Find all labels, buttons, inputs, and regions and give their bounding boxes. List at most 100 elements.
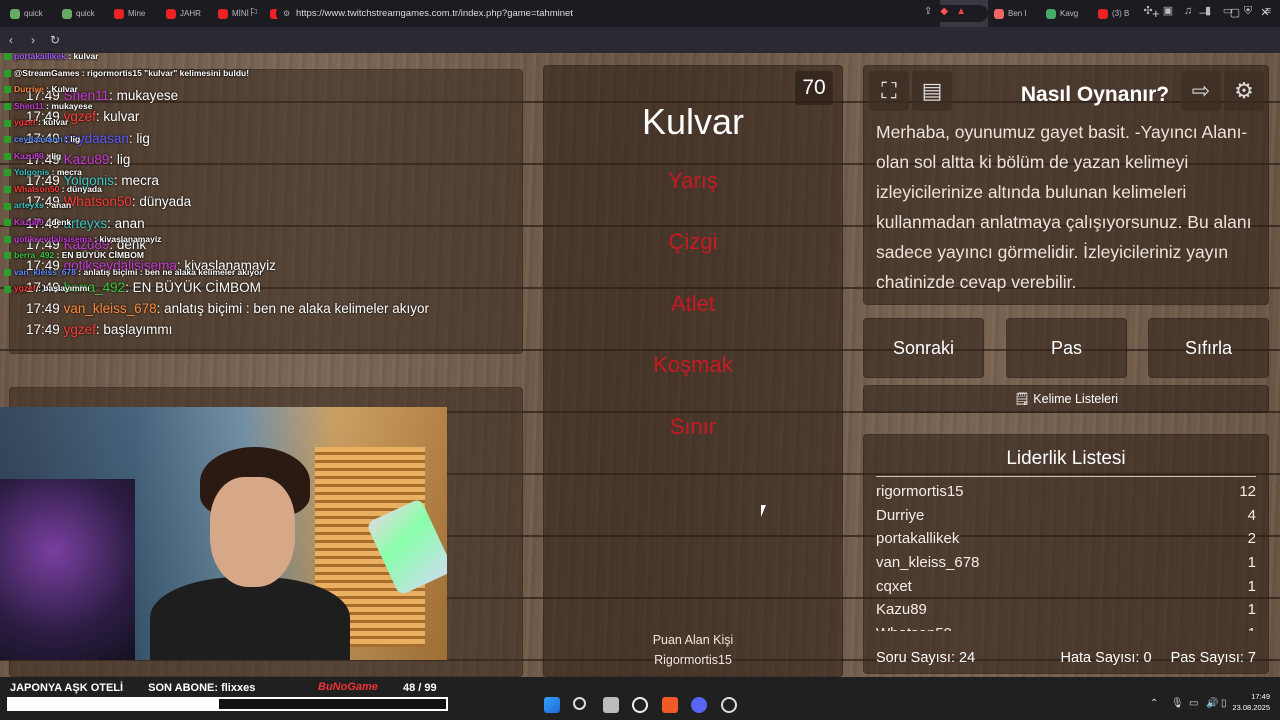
chat-username[interactable]: ygzef <box>64 322 96 337</box>
task-view-icon[interactable] <box>603 697 619 713</box>
exit-button[interactable]: ⇨ <box>1181 71 1221 111</box>
screen: quickquickMineJAHRMİNİI Hat4 ÇOBu hÇinli… <box>0 0 1280 720</box>
overlay-username: Kazu89 <box>14 150 44 161</box>
network-icon[interactable]: ▭ <box>1189 698 1198 709</box>
pass-button[interactable]: Pas <box>1006 318 1127 378</box>
score-counter: 70 <box>795 71 833 105</box>
tab-label: Mine <box>128 9 146 18</box>
browser-tab[interactable]: JAHR <box>160 0 212 27</box>
browser-tab[interactable]: (3) B <box>1092 0 1144 27</box>
overlay-username: Whatson50 <box>14 183 60 194</box>
overlay-username: ygzef <box>14 117 36 128</box>
overlay-username: gotiksevdalisisema <box>14 233 92 244</box>
toolbar-actions: ✣ ▣ ♫ ▮ ▭ ⛨ ≡ <box>1142 5 1274 17</box>
overlay-text: mukayese <box>51 100 93 111</box>
browser-tab[interactable]: quick <box>56 0 108 27</box>
chat-message: 17:49 van_kleiss_678: anlatış biçimi : b… <box>26 300 430 316</box>
media-icon[interactable]: ♫ <box>1182 5 1194 17</box>
goal-progress-fill <box>9 699 219 709</box>
overlay-username: Durriye <box>14 84 44 95</box>
tray-expand-icon[interactable]: ⌃ <box>1150 698 1158 709</box>
browser-tab[interactable]: Ben I <box>988 0 1040 27</box>
tab-favicon-icon <box>218 8 228 19</box>
tab-label: (3) B <box>1112 9 1130 18</box>
overlay-chat-message: @StreamGames : rigormortis15 "kulvar" ke… <box>4 65 263 82</box>
battery-icon[interactable]: ▯ <box>1221 698 1227 709</box>
player-score: 1 <box>1248 622 1256 631</box>
discord-icon[interactable] <box>691 697 707 713</box>
last-subscriber: SON ABONE: flixxes <box>148 682 256 694</box>
back-icon[interactable]: ‹ <box>0 33 22 47</box>
leaderboard-list[interactable]: rigormortis15 12 Durriye 4 portakallikek 2 van… <box>876 480 1256 631</box>
overlay-chat-message: Whatson50 : dünyada <box>4 181 263 198</box>
site-info-icon[interactable]: ⚙ <box>283 5 290 22</box>
bookmark-icon[interactable]: ⚐ <box>249 6 259 19</box>
screenshot-icon[interactable]: ▣ <box>1162 5 1174 17</box>
chat-badge-icon <box>4 103 11 111</box>
browser-tab[interactable]: quick <box>4 0 56 27</box>
clock-time: 17:49 <box>1251 692 1270 701</box>
volume-icon[interactable]: 🔊 <box>1206 698 1218 709</box>
vpn-icon[interactable]: ⛨ <box>1242 5 1254 17</box>
tab-favicon-icon <box>1046 8 1056 19</box>
extensions-icon[interactable]: ✣ <box>1142 5 1154 17</box>
menu-icon[interactable]: ≡ <box>1262 5 1274 17</box>
next-button[interactable]: Sonraki <box>863 318 984 378</box>
chat-badge-icon <box>4 69 11 77</box>
word-lists-button[interactable]: 🗒 Kelime Listeleri <box>863 385 1269 413</box>
tab-label: Ben I <box>1008 9 1027 18</box>
overlay-text: başlayımmı <box>43 283 90 294</box>
brand-logo: BuNoGame <box>318 681 378 693</box>
goal-progress-bar <box>7 697 448 711</box>
player-name: Whatson50 <box>876 622 952 631</box>
webcam-feed <box>0 407 447 660</box>
search-icon[interactable] <box>573 697 586 710</box>
share-icon[interactable]: ⇪ <box>924 5 932 19</box>
brave-shields-icon[interactable]: ◆ <box>940 5 948 19</box>
clock-date: 23.08.2025 <box>1232 703 1270 712</box>
pass-count: Pas Sayısı: 7 <box>1170 650 1256 666</box>
reload-icon[interactable]: ↻ <box>44 33 66 47</box>
list-icon: 🗒 <box>1013 392 1030 406</box>
clock[interactable]: 17:49 23.08.2025 <box>1232 691 1270 713</box>
overlay-text: anlatış biçimi : ben ne alaka kelimeler … <box>83 266 263 277</box>
app-icon[interactable] <box>721 697 737 713</box>
browser-tab[interactable]: Mine <box>108 0 160 27</box>
sidebar-icon[interactable]: ▮ <box>1202 5 1214 17</box>
player-name: cqxet <box>876 577 912 595</box>
overlay-username: ceydaasann <box>14 133 63 144</box>
leaderboard-row: Kazu89 1 <box>876 598 1256 622</box>
fullscreen-button[interactable]: ⛶ <box>869 71 909 111</box>
stream-chat-overlay: portakallikek : kulvar @StreamGames : rig… <box>4 48 263 297</box>
wallet-icon[interactable]: ▭ <box>1222 5 1234 17</box>
overlay-username: van_kleiss_678 <box>14 266 76 277</box>
browser-tab[interactable]: Kavg <box>1040 0 1092 27</box>
mouse-cursor <box>761 505 766 517</box>
windows-start-icon[interactable] <box>544 697 560 713</box>
tab-favicon-icon <box>1098 8 1108 19</box>
overlay-username: Shen11 <box>14 100 44 111</box>
brave-rewards-icon[interactable]: ▲ <box>956 5 966 19</box>
chatgpt-icon[interactable] <box>632 697 648 713</box>
leaderboard-row: Whatson50 1 <box>876 622 1256 631</box>
chat-badge-icon <box>4 169 11 177</box>
reset-button[interactable]: Sıfırla <box>1148 318 1269 378</box>
url-field[interactable]: ⚙ https://www.twitchstreamgames.com.tr/i… <box>276 5 988 22</box>
leaderboard-row: portakallikek 2 <box>876 527 1256 551</box>
chat-username[interactable]: van_kleiss_678 <box>64 301 157 316</box>
forbidden-word: Sınır <box>669 414 717 439</box>
overlay-chat-message: berra_492 : EN BÜYÜK CİMBOM <box>4 247 263 264</box>
player-score: 12 <box>1239 483 1256 500</box>
brave-icon[interactable] <box>662 697 678 713</box>
player-score: 1 <box>1247 554 1256 572</box>
chat-badge-icon <box>4 86 11 94</box>
word-lists-label: Kelime Listeleri <box>1033 392 1119 406</box>
forward-icon[interactable]: › <box>22 33 44 47</box>
chat-text: başlayımmı <box>103 322 173 338</box>
tab-favicon-icon <box>10 8 20 19</box>
overlay-text: mecra <box>56 167 82 178</box>
microphone-icon[interactable]: 🎙 <box>1171 698 1184 709</box>
overlay-username: arteyxs <box>14 200 44 211</box>
settings-button[interactable]: ⚙ <box>1224 71 1264 111</box>
url-text: https://www.twitchstreamgames.com.tr/ind… <box>296 8 573 19</box>
